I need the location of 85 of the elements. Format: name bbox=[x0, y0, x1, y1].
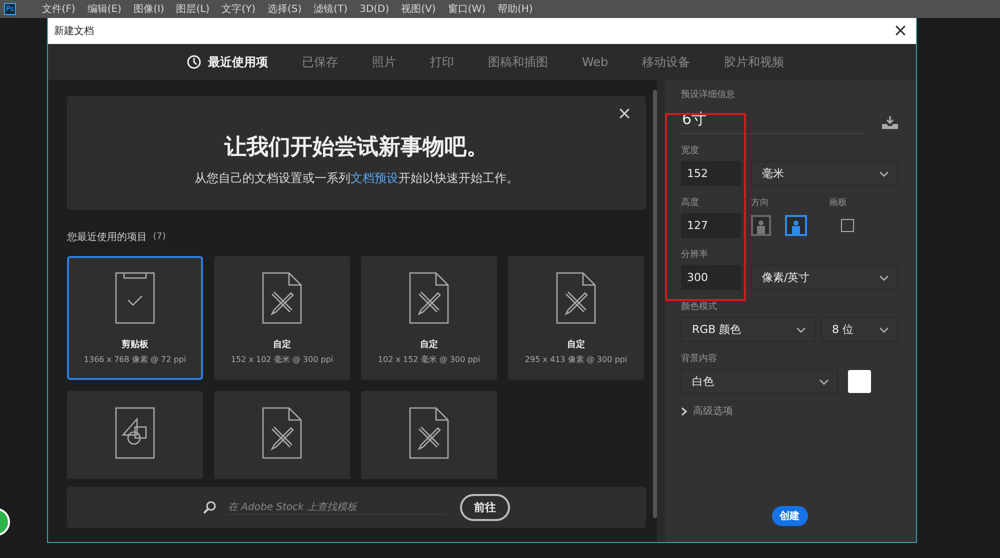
menu-item[interactable]: 帮助(H) bbox=[498, 2, 533, 16]
menu-item[interactable]: 图层(L) bbox=[176, 2, 210, 16]
ruler-pencil-document-icon bbox=[556, 272, 596, 324]
chevron-right-icon bbox=[681, 406, 688, 416]
recent-document-tile[interactable] bbox=[214, 391, 350, 479]
close-icon bbox=[895, 24, 906, 36]
field-label: 分辨率 bbox=[681, 248, 708, 261]
recent-heading: 您最近使用的项目 bbox=[67, 230, 147, 244]
artboard-checkbox[interactable] bbox=[841, 219, 854, 232]
resolution-field[interactable]: 300 bbox=[681, 265, 741, 290]
portrait-button[interactable] bbox=[751, 215, 771, 236]
clipboard-check-icon bbox=[115, 272, 155, 324]
go-button[interactable]: 前往 bbox=[460, 494, 510, 521]
tile-name: 自定 bbox=[420, 338, 438, 351]
tile-detail: 102 x 152 毫米 @ 300 ppi bbox=[378, 354, 480, 365]
tab[interactable]: 照片 bbox=[355, 44, 413, 80]
field-label: 方向 bbox=[751, 196, 770, 209]
ruler-pencil-document-icon bbox=[262, 407, 302, 459]
recent-document-tile[interactable] bbox=[67, 391, 203, 479]
menu-item[interactable]: 选择(S) bbox=[268, 2, 302, 16]
height-field[interactable]: 127 bbox=[681, 213, 741, 238]
tile-detail: 1366 x 768 像素 @ 72 ppi bbox=[84, 354, 186, 365]
ruler-pencil-document-icon bbox=[262, 272, 302, 324]
menu-item[interactable]: 编辑(E) bbox=[87, 2, 122, 16]
ruler-pencil-document-icon bbox=[409, 407, 449, 459]
tab[interactable]: 胶片和视频 bbox=[707, 44, 802, 80]
welcome-title: 让我们开始尝试新事物吧。 bbox=[224, 134, 488, 162]
width-field[interactable]: 152 bbox=[681, 161, 741, 186]
advanced-options-toggle[interactable]: 高级选项 bbox=[681, 404, 898, 418]
field-label: 背景内容 bbox=[681, 352, 717, 365]
menu-item[interactable]: 文件(F) bbox=[42, 2, 76, 16]
tile-detail: 295 x 413 像素 @ 300 ppi bbox=[524, 354, 628, 365]
color-swatch[interactable] bbox=[848, 370, 871, 393]
chevron-down-icon bbox=[879, 170, 889, 176]
tile-detail: 152 x 102 毫米 @ 300 ppi bbox=[230, 354, 334, 365]
menu-item[interactable]: 视图(V) bbox=[401, 2, 436, 16]
recent-document-tile[interactable]: 自定 152 x 102 毫米 @ 300 ppi bbox=[214, 256, 350, 380]
create-button[interactable]: 创建 bbox=[772, 506, 808, 526]
tile-name: 剪贴板 bbox=[122, 338, 148, 351]
tile-name: 自定 bbox=[567, 338, 585, 351]
chevron-down-icon bbox=[796, 326, 806, 332]
chevron-down-icon bbox=[879, 274, 889, 280]
chevron-down-icon bbox=[819, 378, 829, 384]
tab[interactable]: 已保存 bbox=[285, 44, 355, 80]
menu-item[interactable]: 3D(D) bbox=[360, 4, 390, 14]
tab[interactable]: 最近使用项 bbox=[170, 44, 285, 80]
scrollbar[interactable] bbox=[653, 90, 657, 518]
presets-link[interactable]: 文档预设 bbox=[350, 170, 398, 184]
menu-item[interactable]: 文字(Y) bbox=[222, 2, 256, 16]
recent-count: (7) bbox=[153, 232, 166, 242]
tab[interactable]: 图稿和插图 bbox=[471, 44, 565, 80]
field-label: 画板 bbox=[829, 196, 847, 209]
tile-name: 自定 bbox=[273, 338, 291, 351]
field-label: 高度 bbox=[681, 196, 700, 209]
close-icon bbox=[619, 108, 630, 119]
menu-item[interactable]: 滤镜(T) bbox=[314, 2, 348, 16]
color-mode-select[interactable]: RGB 颜色 bbox=[681, 317, 815, 342]
person-icon bbox=[756, 220, 766, 234]
search-field[interactable]: 在 Adobe Stock 上查找模板 bbox=[226, 500, 446, 514]
field-label: 颜色模式 bbox=[681, 300, 717, 313]
recent-document-tile[interactable]: 自定 295 x 413 像素 @ 300 ppi bbox=[508, 256, 644, 380]
tab[interactable]: Web bbox=[565, 44, 626, 80]
tab[interactable]: 打印 bbox=[413, 44, 471, 80]
background-select[interactable]: 白色 bbox=[681, 369, 838, 394]
bit-depth-select[interactable]: 8 位 bbox=[821, 317, 898, 342]
recent-document-tile[interactable] bbox=[361, 391, 497, 479]
recent-document-tile[interactable]: 剪贴板 1366 x 768 像素 @ 72 ppi bbox=[67, 256, 203, 380]
search-icon bbox=[203, 501, 216, 514]
section-heading: 预设详细信息 bbox=[681, 88, 736, 101]
window-title: 新建文档 bbox=[54, 24, 94, 38]
chevron-down-icon bbox=[879, 326, 889, 332]
shapes-document-icon bbox=[115, 407, 155, 459]
menu-item[interactable]: 图像(I) bbox=[133, 2, 164, 16]
ruler-pencil-document-icon bbox=[409, 272, 449, 324]
recent-document-tile[interactable]: 自定 102 x 152 毫米 @ 300 ppi bbox=[361, 256, 497, 380]
unit-select[interactable]: 像素/英寸 bbox=[751, 265, 898, 290]
clock-icon bbox=[187, 55, 201, 69]
menu-item[interactable]: 窗口(W) bbox=[448, 2, 486, 16]
tab[interactable]: 移动设备 bbox=[625, 44, 708, 80]
welcome-text: 从您自己的文档设置或一系列文档预设开始以快速开始工作。 bbox=[194, 170, 518, 186]
save-preset-icon[interactable] bbox=[882, 116, 898, 128]
landscape-button[interactable] bbox=[785, 215, 807, 236]
unit-select[interactable]: 毫米 bbox=[751, 161, 898, 186]
person-icon bbox=[791, 220, 801, 234]
field-label: 宽度 bbox=[681, 144, 699, 157]
